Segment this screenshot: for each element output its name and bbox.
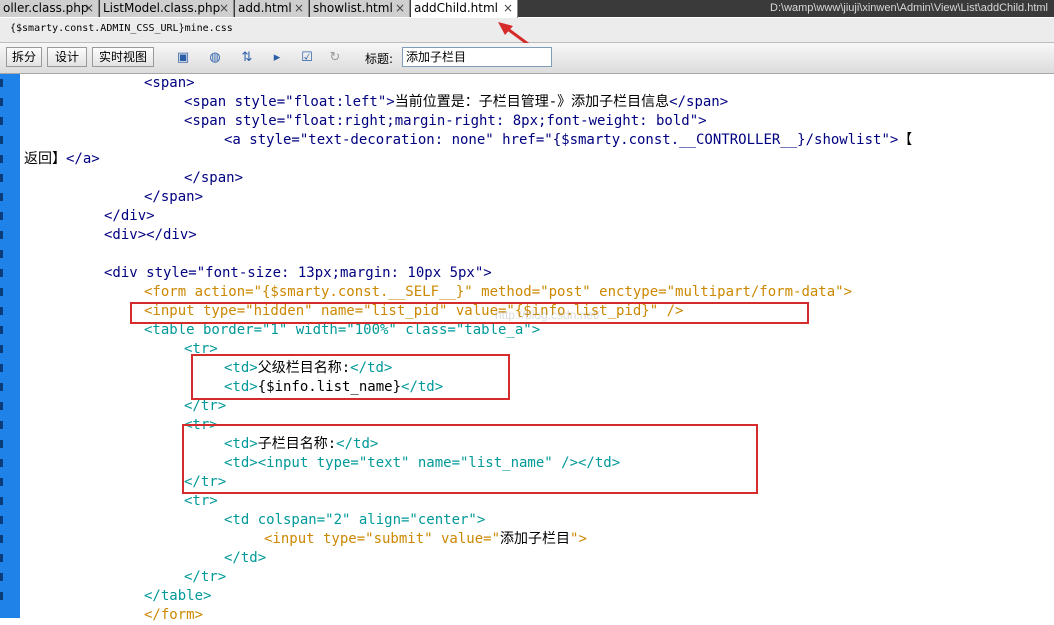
code-line: </div> [104,208,155,224]
code-line: <a style="text-decoration: none" href="{… [224,132,913,148]
highlight-parent-name-cells [191,354,510,400]
code-line: <span style="float:right;margin-right: 8… [184,113,707,129]
close-icon[interactable]: × [219,0,229,16]
code-line: <input type="submit" value="添加子栏目"> [264,531,587,547]
tab-listmodel-class[interactable]: ListModel.class.php × [100,0,234,17]
tab-addchild-html[interactable]: addChild.html × [411,0,518,18]
file-management-icon[interactable]: ⇅ [238,49,256,67]
live-view-button[interactable]: 实时视图 [92,47,154,67]
refresh-icon[interactable]: ↻ [326,49,344,67]
code-line: </span> [144,189,204,205]
code-editor[interactable]: <span> <span style="float:left">当前位置是：子栏… [24,74,1054,623]
document-title-input[interactable]: 添加子栏目 [402,47,552,67]
visual-aids-icon[interactable]: ▸ [268,49,286,67]
split-view-button[interactable]: 拆分 [6,47,42,67]
code-line: </td> [224,550,267,566]
code-line: </form> [144,607,204,623]
preview-browser-icon[interactable]: ◍ [206,49,224,67]
tab-label: add.html [238,1,292,15]
code-line: <span style="float:left">当前位置是：子栏目管理-》添加… [184,94,729,110]
code-line: 返回】</a> [24,151,100,167]
document-tab-bar: oller.class.php × ListModel.class.php × … [0,0,1054,18]
tab-controller-class[interactable]: oller.class.php × [0,0,99,17]
related-file-link[interactable]: {$smarty.const.ADMIN_CSS_URL}mine.css [10,23,233,34]
code-line: <td colspan="2" align="center"> [224,512,486,528]
code-line: <span> [144,75,195,91]
validate-markup-icon[interactable]: ☑ [298,49,316,67]
tab-add-html[interactable]: add.html × [235,0,309,17]
code-line: <div style="font-size: 13px;margin: 10px… [104,265,492,281]
tab-showlist-html[interactable]: showlist.html × [310,0,410,17]
close-icon[interactable]: × [395,0,405,16]
highlight-child-name-row [182,424,758,494]
tab-label: showlist.html [313,1,393,15]
multiscreen-icon[interactable]: ▣ [174,49,192,67]
design-view-button[interactable]: 设计 [47,47,87,67]
close-icon[interactable]: × [294,0,304,16]
close-icon[interactable]: × [503,0,513,16]
code-line: <form action="{$smarty.const.__SELF__}" … [144,284,853,300]
close-icon[interactable]: × [84,0,94,16]
document-toolbar: 拆分 设计 实时视图 ▣ ◍ ⇅ ▸ ☑ ↻ 标题: 添加子栏目 [0,43,1054,74]
code-line: </span> [184,170,244,186]
highlight-hidden-input [130,302,809,324]
line-number-gutter [0,74,20,618]
tab-label: ListModel.class.php [103,1,221,15]
code-line: <tr> [184,493,218,509]
title-label: 标题: [365,52,394,66]
file-path: D:\wamp\www\jiuji\xinwen\Admin\View\List… [770,2,1048,14]
code-line: </table> [144,588,212,604]
code-line: <div></div> [104,227,197,243]
code-line: </tr> [184,569,227,585]
tab-label: addChild.html [414,1,499,15]
tab-label: oller.class.php [3,1,89,15]
